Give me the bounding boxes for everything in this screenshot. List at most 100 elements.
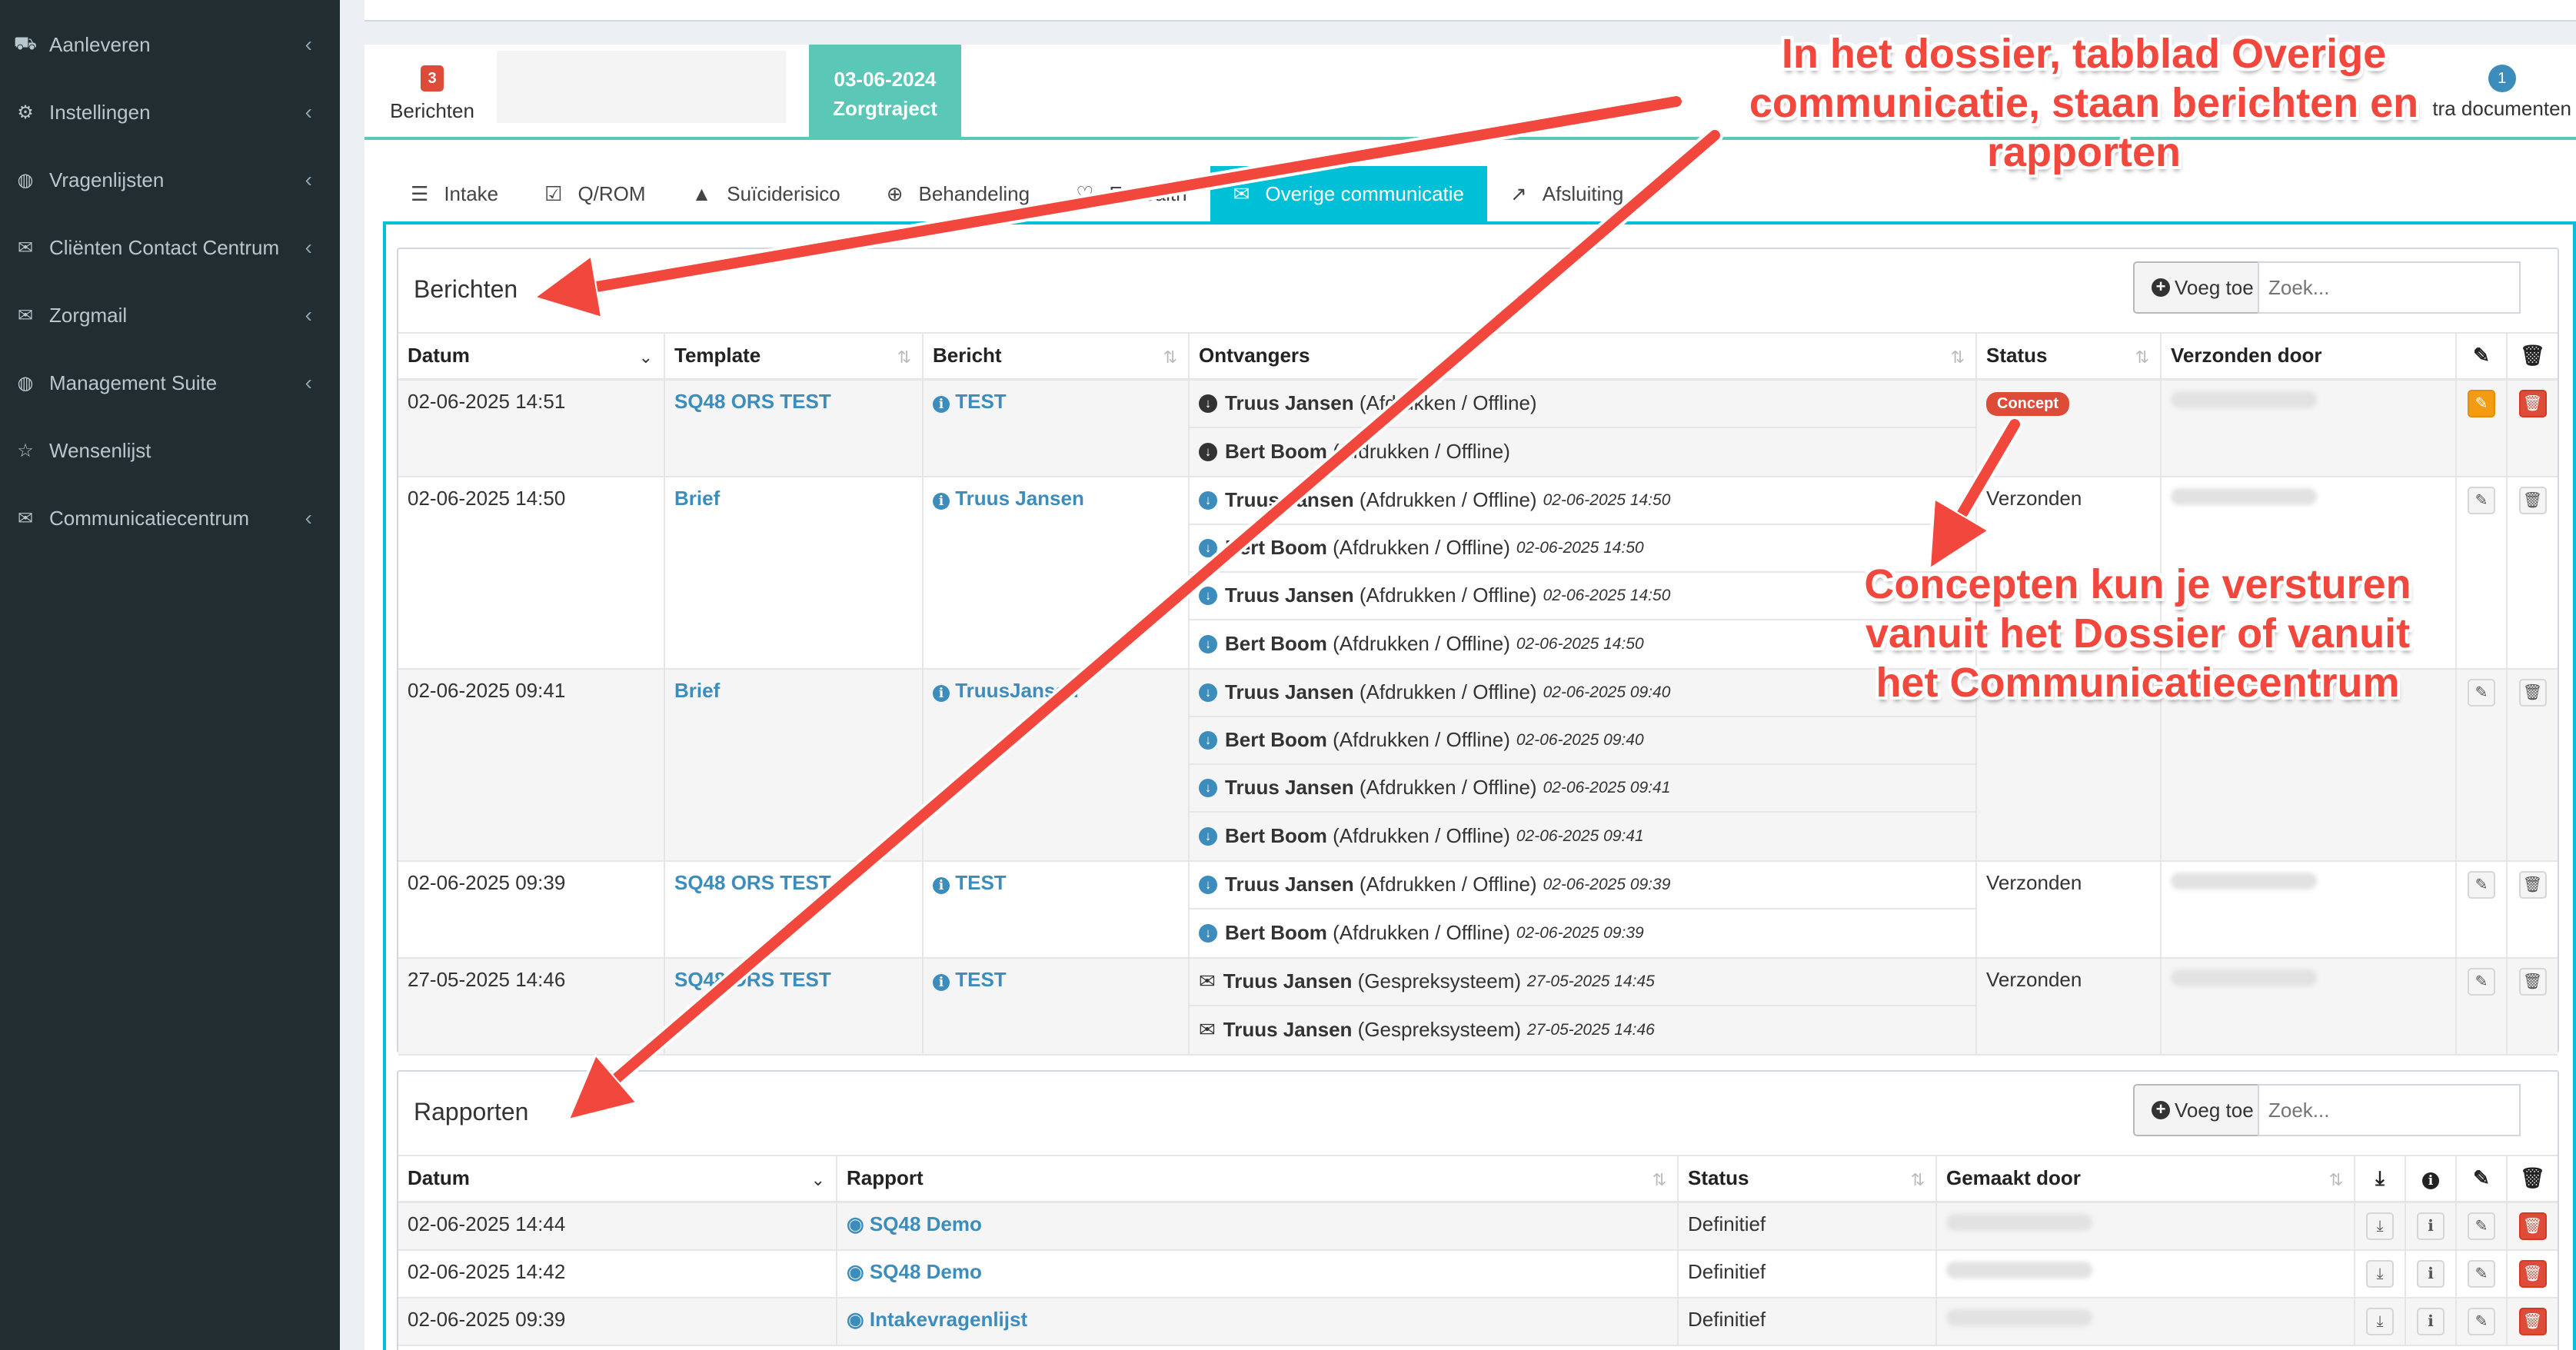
tab-label: Intake	[444, 181, 499, 205]
template-cell: SQ48 ORS TEST	[664, 957, 923, 1056]
timeline-blank-item	[497, 51, 786, 123]
col-status[interactable]: Status ⇅	[1975, 332, 2161, 381]
info-icon: i	[933, 395, 950, 413]
trash-icon: 🗑	[2519, 1166, 2545, 1190]
timeline-extra-documenten[interactable]: 1 tra documenten	[2432, 65, 2571, 121]
tab-overige-communicatie[interactable]: ✉ Overige communicatie	[1210, 166, 1487, 221]
bericht-link[interactable]: i TEST	[933, 390, 1007, 413]
datum-value: 02-06-2025 09:39	[408, 1307, 566, 1331]
rapport-link[interactable]: ◉ SQ48 Demo	[847, 1212, 982, 1235]
delete-button[interactable]: 🗑	[2518, 486, 2547, 514]
timeline-berichten[interactable]: 3 Berichten	[386, 65, 478, 123]
sidebar-item-vragenlijsten[interactable]: ◍ Vragenlijsten ‹	[0, 146, 340, 214]
recipient: ↓ Truus Jansen (Afdrukken / Offline) 02-06…	[1190, 862, 1975, 909]
rapport-link[interactable]: ◉ SQ48 Demo	[847, 1260, 982, 1283]
tab-su-ciderisico[interactable]: ▲ Suïciderisico	[669, 166, 864, 221]
berichten-add-button[interactable]: + Voeg toe	[2133, 261, 2272, 314]
col-verzonden-door[interactable]: Verzonden door	[2160, 332, 2456, 381]
tab-label: Afsluiting	[1542, 181, 1624, 205]
sidebar-item-wensenlijst[interactable]: ☆ Wensenlijst	[0, 417, 340, 484]
recipient-name: Truus Jansen	[1225, 488, 1354, 511]
col-rapport[interactable]: Rapport ⇅	[836, 1155, 1678, 1203]
edit-button[interactable]: ✎	[2468, 1307, 2495, 1335]
sidebar-item-cli-nten-contact-centrum[interactable]: ✉ Cliënten Contact Centrum ‹	[0, 214, 340, 281]
sidebar-item-communicatiecentrum[interactable]: ✉ Communicatiecentrum ‹	[0, 484, 340, 552]
template-link[interactable]: SQ48 ORS TEST	[674, 871, 831, 894]
tab-intake[interactable]: ☰ Intake	[388, 166, 521, 221]
info-button[interactable]: ℹ	[2417, 1307, 2445, 1335]
bericht-cell: i TruusJansen	[922, 668, 1189, 862]
tab-e-health[interactable]: ♡ E-Health	[1053, 166, 1210, 221]
col-ontvangers[interactable]: Ontvangers ⇅	[1188, 332, 1976, 381]
col-datum[interactable]: Datum ⌄	[398, 1155, 837, 1203]
rapporten-search-input[interactable]	[2258, 1084, 2521, 1136]
delete-button[interactable]: 🗑	[2518, 1259, 2547, 1288]
delete-button[interactable]: 🗑	[2518, 1212, 2547, 1240]
sidebar-item-label: Vragenlijsten	[49, 168, 165, 191]
edit-button[interactable]: ✎	[2468, 1212, 2495, 1240]
timeline-extra-label: tra documenten	[2432, 97, 2571, 120]
col-template[interactable]: Template ⇅	[664, 332, 923, 381]
edit-button[interactable]: ✎	[2468, 678, 2495, 707]
delete-button[interactable]: 🗑	[2518, 678, 2547, 707]
timeline-active-item[interactable]: 03-06-2024 Zorgtraject	[809, 45, 961, 138]
edit-button[interactable]: ✎	[2468, 486, 2495, 514]
bericht-link[interactable]: i TEST	[933, 968, 1007, 991]
berichten-search-input[interactable]	[2258, 261, 2521, 314]
download-circle-icon: ↓	[1199, 683, 1217, 702]
timeline-berichten-label: Berichten	[390, 99, 474, 122]
bericht-link[interactable]: i Truus Jansen	[933, 487, 1084, 510]
sidebar-item-aanleveren[interactable]: ⛟ Aanleveren ‹	[0, 11, 340, 78]
table-row: 02-06-2025 14:44 ◉ SQ48 Demo Definitief ⤓ ℹ ✎…	[398, 1202, 2558, 1251]
redacted-name	[1946, 1261, 2092, 1279]
delete-button[interactable]: 🗑	[2518, 389, 2547, 417]
tab-label: Overige communicatie	[1265, 181, 1464, 205]
annotation-middle: Concepten kun je versturen vanuit het Do…	[1864, 561, 2411, 706]
tab-behandeling[interactable]: ⊕ Behandeling	[864, 166, 1053, 221]
edit-button[interactable]: ✎	[2468, 870, 2495, 899]
info-button[interactable]: ℹ	[2417, 1212, 2445, 1240]
template-link[interactable]: SQ48 ORS TEST	[674, 968, 831, 991]
download-button[interactable]: ⤓	[2366, 1259, 2394, 1288]
status-cell: Definitief	[1677, 1249, 1936, 1298]
sidebar-item-instellingen[interactable]: ⚙ Instellingen ‹	[0, 78, 340, 146]
globe-icon: ◍	[17, 372, 34, 394]
sidebar-item-zorgmail[interactable]: ✉ Zorgmail ‹	[0, 281, 340, 349]
delete-button[interactable]: 🗑	[2518, 870, 2547, 899]
table-row: 02-06-2025 14:42 ◉ SQ48 Demo Definitief ⤓ ℹ ✎…	[398, 1249, 2558, 1298]
status-badge: Concept	[1986, 391, 2069, 416]
info-button[interactable]: ℹ	[2417, 1259, 2445, 1288]
envelope-icon: ✉	[17, 507, 34, 529]
edit-button[interactable]: ✎	[2468, 967, 2495, 996]
datum-cell: 02-06-2025 09:41	[398, 668, 664, 862]
edit-button[interactable]: ✎	[2468, 389, 2495, 417]
delete-button[interactable]: 🗑	[2518, 1307, 2547, 1335]
delete-cell: 🗑	[2506, 668, 2558, 862]
template-link[interactable]: SQ48 ORS TEST	[674, 390, 831, 413]
rapporten-add-button[interactable]: + Voeg toe	[2133, 1084, 2272, 1136]
tab-q-rom[interactable]: ☑ Q/ROM	[521, 166, 668, 221]
status-cell: Verzonden	[1975, 957, 2161, 1056]
datum-cell: 02-06-2025 14:42	[398, 1249, 837, 1298]
recipient-timestamp: 02-06-2025 09:39	[1543, 875, 1671, 893]
sidebar-item-management-suite[interactable]: ◍ Management Suite ‹	[0, 349, 340, 417]
col-status[interactable]: Status ⇅	[1677, 1155, 1936, 1203]
download-button[interactable]: ⤓	[2366, 1212, 2394, 1240]
download-button[interactable]: ⤓	[2366, 1307, 2394, 1335]
delete-button[interactable]: 🗑	[2518, 967, 2547, 996]
bericht-link[interactable]: i TruusJansen	[933, 679, 1079, 702]
recipient-detail: (Gespreksysteem)	[1357, 969, 1522, 993]
datum-value: 02-06-2025 09:39	[408, 870, 566, 894]
bericht-label: Truus Jansen	[955, 486, 1084, 510]
rapport-link[interactable]: ◉ Intakevragenlijst	[847, 1308, 1027, 1331]
gemaakt-door-cell	[1935, 1297, 2355, 1346]
bericht-cell: i TEST	[922, 860, 1189, 959]
bericht-link[interactable]: i TEST	[933, 871, 1007, 894]
edit-button[interactable]: ✎	[2468, 1259, 2495, 1288]
col-datum[interactable]: Datum ⌄	[398, 332, 664, 381]
template-link[interactable]: Brief	[674, 679, 720, 702]
tab-afsluiting[interactable]: ↗ Afsluiting	[1487, 166, 1646, 221]
col-gemaakt-door[interactable]: Gemaakt door ⇅	[1935, 1155, 2355, 1203]
template-link[interactable]: Brief	[674, 487, 720, 510]
col-bericht[interactable]: Bericht ⇅	[922, 332, 1189, 381]
